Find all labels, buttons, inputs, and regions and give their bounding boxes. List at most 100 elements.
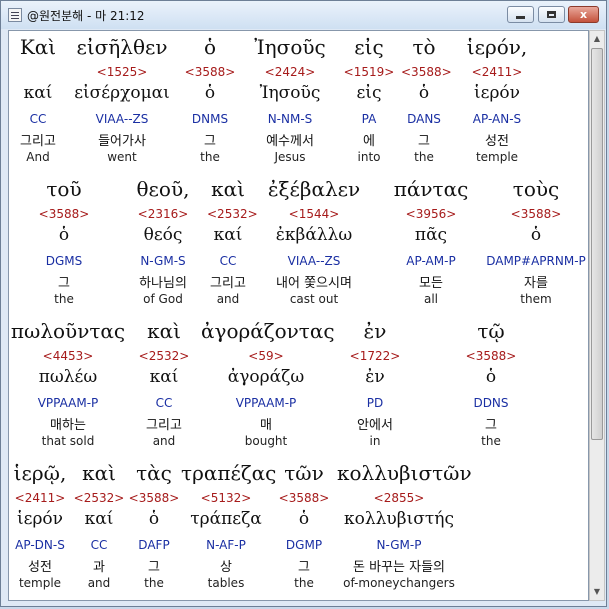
korean-gloss: 매하는 bbox=[50, 418, 86, 433]
word-cell[interactable]: Ἰησοῦς <2424> Ἰησοῦς N-NM-S 예수께서 Jesus bbox=[243, 31, 337, 173]
word-cell[interactable]: θεοῦ, <2316> θεός N-GM-S 하나님의 of God bbox=[119, 173, 207, 315]
interlinear-view[interactable]: Καὶ καί CC 그리고 And εἰσῆλθεν <1525> εἰσέρχομαι VI… bbox=[8, 30, 589, 601]
word-cell[interactable]: καὶ <2532> καί CC 그리고 and bbox=[127, 315, 201, 457]
parsing-code: DDNS bbox=[473, 396, 509, 410]
english-gloss: temple bbox=[475, 150, 519, 164]
english-gloss: them bbox=[520, 292, 552, 306]
maximize-button[interactable] bbox=[538, 6, 565, 23]
korean-gloss: 과 bbox=[93, 560, 105, 575]
word-cell[interactable]: εἰσῆλθεν <1525> εἰσέρχομαι VIAA--ZS 들어가사 went bbox=[67, 31, 177, 173]
strong-number: <1722> bbox=[349, 349, 401, 363]
korean-gloss: 자를 bbox=[524, 276, 548, 291]
word-cell[interactable]: τοῦ <3588> ὁ DGMS 그 the bbox=[9, 173, 119, 315]
lemma: ὁ bbox=[530, 225, 542, 245]
english-gloss: bought bbox=[244, 434, 288, 448]
lemma: ἱερόν bbox=[473, 83, 521, 103]
parsing-code: PD bbox=[366, 396, 384, 410]
word-cell[interactable]: ἀγοράζοντας <59> ἀγοράζω VPPAAM-P 매 bought bbox=[201, 315, 335, 457]
lemma: καί bbox=[213, 225, 243, 245]
parsing-code: VIAA--ZS bbox=[287, 254, 341, 268]
close-button[interactable]: x bbox=[568, 6, 599, 23]
vertical-scrollbar[interactable]: ▲ ▼ bbox=[589, 30, 605, 601]
scroll-down-icon[interactable]: ▼ bbox=[590, 584, 604, 600]
word-cell[interactable]: τῷ <3588> ὁ DDNS 그 the bbox=[419, 315, 563, 457]
greek-word: ἀγοράζοντας bbox=[201, 319, 335, 343]
lemma: ὁ bbox=[485, 367, 497, 387]
strong-number: <3956> bbox=[405, 207, 457, 221]
lemma: κολλυβιστής bbox=[344, 509, 454, 529]
word-cell[interactable]: ἐξέβαλεν <1544> ἐκβάλλω VIAA--ZS 내어 쫓으시며 cast… bbox=[249, 173, 379, 315]
english-gloss: of-moneychangers bbox=[343, 576, 455, 590]
word-cell[interactable]: ἱερῷ, <2411> ἱερόν AP-DN-S 성전 temple bbox=[9, 457, 71, 599]
english-gloss: the bbox=[144, 576, 164, 590]
english-gloss: that sold bbox=[41, 434, 95, 448]
english-gloss: went bbox=[107, 150, 137, 164]
parsing-code: DGMS bbox=[45, 254, 83, 268]
word-cell[interactable]: εἰς <1519> εἰς PA 에 into bbox=[337, 31, 401, 173]
korean-gloss: 하나님의 bbox=[139, 276, 187, 291]
parsing-code: PA bbox=[361, 112, 377, 126]
strong-number: <1544> bbox=[288, 207, 340, 221]
word-cell[interactable]: πάντας <3956> πᾶς AP-AM-P 모든 all bbox=[379, 173, 483, 315]
english-gloss: And bbox=[26, 150, 50, 164]
lemma: εἰς bbox=[356, 83, 382, 103]
word-cell[interactable]: καὶ <2532> καί CC 그리고 and bbox=[207, 173, 258, 315]
korean-gloss: 들어가사 bbox=[98, 134, 146, 149]
scroll-up-icon[interactable]: ▲ bbox=[590, 31, 604, 47]
word-cell[interactable]: πωλοῦντας <4453> πωλέω VPPAAM-P 매하는 that sold bbox=[9, 315, 127, 457]
title-bar[interactable]: @원전분해 - 마 21:12 x bbox=[1, 1, 606, 29]
strong-number: <3588> bbox=[278, 491, 330, 505]
word-cell[interactable]: ἱερόν, <2411> ἱερόν AP-AN-S 성전 temple bbox=[447, 31, 547, 173]
korean-gloss: 에 bbox=[363, 134, 375, 149]
word-cell[interactable]: τῶν <3588> ὁ DGMP 그 the bbox=[271, 457, 337, 599]
parsing-code: VPPAAM-P bbox=[235, 396, 297, 410]
word-cell[interactable]: Καὶ καί CC 그리고 And bbox=[9, 31, 67, 173]
parsing-code: CC bbox=[219, 254, 237, 268]
lemma: ἐκβάλλω bbox=[275, 225, 353, 245]
lemma: πωλέω bbox=[38, 367, 98, 387]
parsing-code: AP-AM-P bbox=[406, 254, 456, 268]
korean-gloss: 그 bbox=[58, 276, 70, 291]
word-cell[interactable]: τραπέζας <5132> τράπεζα N-AF-P 상 tables bbox=[181, 457, 276, 599]
korean-gloss: 내어 쫓으시며 bbox=[276, 276, 352, 291]
strong-number: <1519> bbox=[343, 65, 395, 79]
word-cell[interactable]: ὁ <3588> ὁ DNMS 그 the bbox=[177, 31, 243, 173]
greek-word: εἰσῆλθεν bbox=[76, 35, 168, 59]
strong-number: <2532> bbox=[73, 491, 125, 505]
greek-word: ἱερῷ, bbox=[13, 461, 67, 485]
strong-number: <4453> bbox=[42, 349, 94, 363]
korean-gloss: 그 bbox=[148, 560, 160, 575]
greek-word: πωλοῦντας bbox=[10, 319, 126, 343]
parsing-code: CC bbox=[90, 538, 108, 552]
word-cell[interactable]: τὰς <3588> ὁ DAFP 그 the bbox=[127, 457, 181, 599]
korean-gloss: 모든 bbox=[419, 276, 443, 291]
word-cell[interactable]: καὶ <2532> καί CC 과 and bbox=[71, 457, 127, 599]
greek-word: τὰς bbox=[136, 461, 172, 485]
minimize-button[interactable] bbox=[507, 6, 534, 23]
word-cell[interactable]: τὸ <3588> ὁ DANS 그 the bbox=[401, 31, 452, 173]
word-cell[interactable]: κολλυβιστῶν <2855> κολλυβιστής N-GM-P 돈 바꾸는 … bbox=[337, 457, 472, 599]
english-gloss: cast out bbox=[289, 292, 339, 306]
greek-word: τῶν bbox=[284, 461, 324, 485]
word-cell[interactable]: τοὺς <3588> ὁ DAMP#APRNM-P 자를 them bbox=[483, 173, 588, 315]
english-gloss: into bbox=[357, 150, 381, 164]
english-gloss: the bbox=[294, 576, 314, 590]
strong-number: <3588> bbox=[510, 207, 562, 221]
english-gloss: the bbox=[200, 150, 220, 164]
parsing-code: N-AF-P bbox=[206, 538, 246, 552]
scrollbar-thumb[interactable] bbox=[591, 48, 603, 440]
strong-number: <2532> bbox=[207, 207, 258, 221]
greek-word: ὁ bbox=[203, 35, 217, 59]
korean-gloss: 안에서 bbox=[357, 418, 393, 433]
word-cell[interactable]: ἐν <1722> ἐν PD 안에서 in bbox=[331, 315, 419, 457]
korean-gloss: 매 bbox=[260, 418, 272, 433]
strong-number: <1525> bbox=[96, 65, 148, 79]
lemma: ὁ bbox=[418, 83, 430, 103]
strong-number: <3588> bbox=[184, 65, 236, 79]
greek-word: ἱερόν, bbox=[466, 35, 528, 59]
greek-word: ἐξέβαλεν bbox=[267, 177, 361, 201]
lemma: θεός bbox=[143, 225, 183, 245]
verse-line: τοῦ <3588> ὁ DGMS 그 the θεοῦ, <2316> θεός N-GM-S 하… bbox=[9, 173, 588, 315]
lemma: καί bbox=[23, 83, 53, 103]
korean-gloss: 상 bbox=[220, 560, 232, 575]
